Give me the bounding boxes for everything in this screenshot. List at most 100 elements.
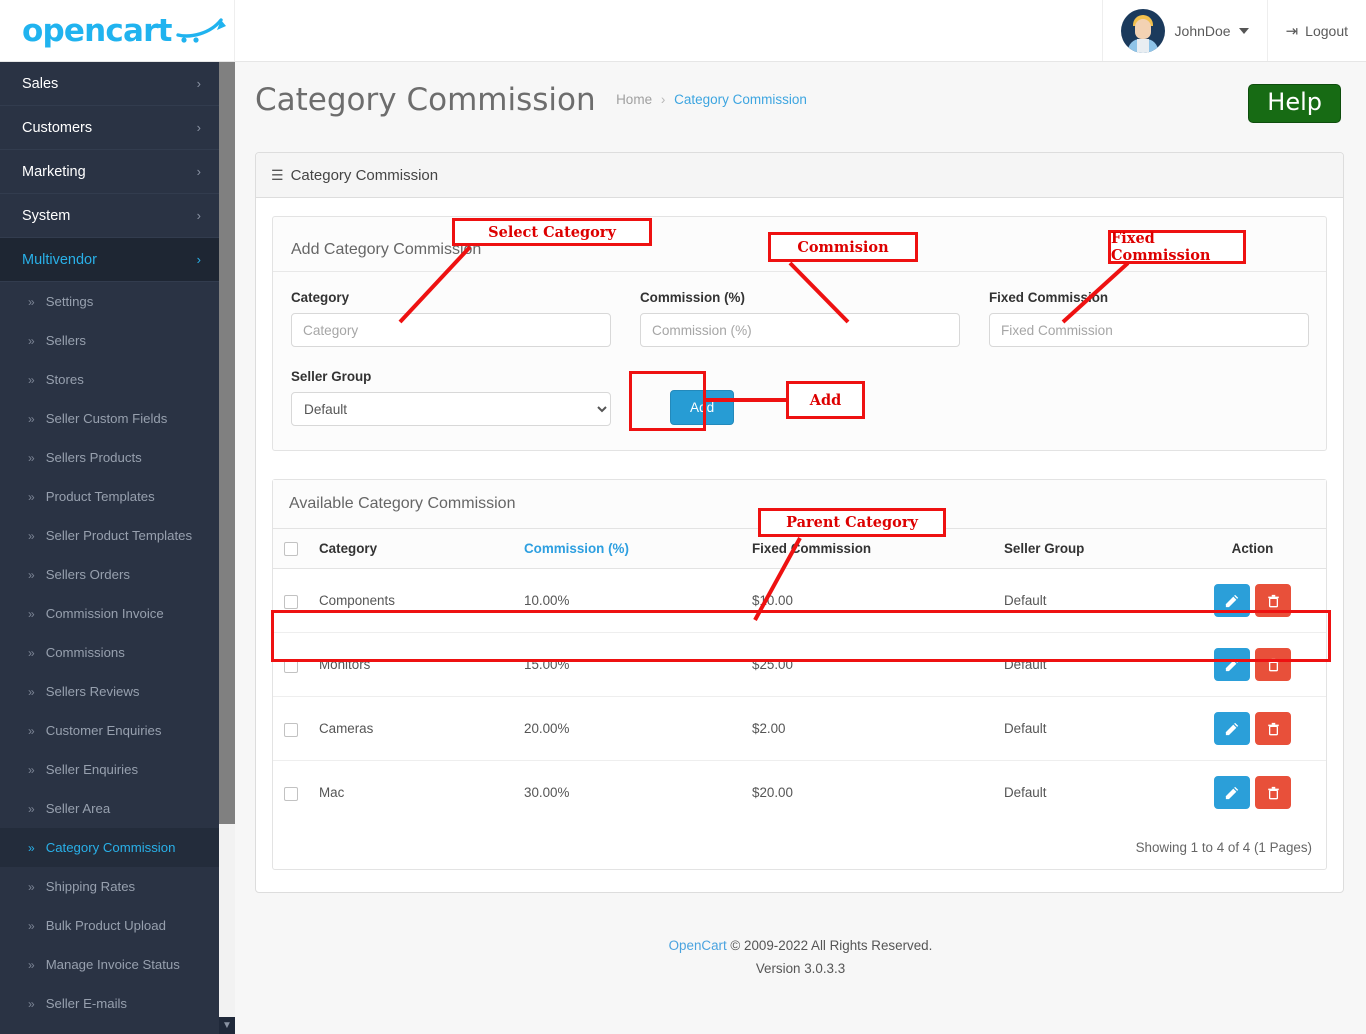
sidebar-item-commission-invoice[interactable]: » Commission Invoice <box>0 594 219 633</box>
column-header-seller-group: Seller Group <box>994 527 1179 570</box>
add-button[interactable]: Add <box>670 390 735 425</box>
sidebar-item-bulk-product-upload[interactable]: » Bulk Product Upload <box>0 906 219 945</box>
breadcrumb-home[interactable]: Home <box>616 92 652 107</box>
cell-action <box>1179 632 1326 698</box>
column-header-fixed-commission: Fixed Commission <box>742 527 994 570</box>
sidebar-item-sellers[interactable]: » Sellers <box>0 321 219 360</box>
help-button[interactable]: Help <box>1248 84 1341 123</box>
sidebar-item-sales[interactable]: Sales › <box>0 62 219 106</box>
row-checkbox[interactable] <box>284 786 298 801</box>
category-input[interactable] <box>291 313 611 347</box>
cell-fixed: $10.00 <box>742 568 994 634</box>
sidebar-item-seller-enquiries[interactable]: » Seller Enquiries <box>0 750 219 789</box>
sidebar-item-label: Sellers Orders <box>45 567 130 582</box>
sidebar-scrollbar-thumb[interactable] <box>219 62 235 824</box>
breadcrumb-current[interactable]: Category Commission <box>674 92 807 107</box>
table-row: Monitors 15.00% $25.00 Default <box>273 632 1326 698</box>
sidebar-item-customer-enquiries[interactable]: » Customer Enquiries <box>0 711 219 750</box>
chevron-right-icon: › <box>196 120 201 135</box>
sidebar-item-sellers-reviews[interactable]: » Sellers Reviews <box>0 672 219 711</box>
select-all-checkbox[interactable] <box>284 542 298 557</box>
column-header-action: Action <box>1179 527 1326 570</box>
category-commission-panel: ☰ Category Commission Add Category Commi… <box>255 152 1344 894</box>
cell-commission: 15.00% <box>514 632 742 698</box>
row-checkbox[interactable] <box>284 658 298 673</box>
panel-body: Add Category Commission Category Commiss… <box>256 198 1343 892</box>
opencart-link[interactable]: OpenCart <box>669 938 727 953</box>
breadcrumb-separator: › <box>660 92 666 107</box>
header-spacer <box>235 0 1102 61</box>
double-angle-right-icon: » <box>28 333 35 348</box>
cell-category: Mac <box>319 785 345 801</box>
sidebar-item-shipping-rates[interactable]: » Shipping Rates <box>0 867 219 906</box>
form-row-2: Seller Group Default Add <box>273 369 1326 426</box>
brand-logo[interactable]: opencart <box>0 0 235 61</box>
cell-action <box>1179 568 1326 634</box>
delete-button[interactable] <box>1255 648 1291 682</box>
double-angle-right-icon: » <box>28 723 35 738</box>
double-angle-right-icon: » <box>28 918 35 933</box>
sidebar-item-label: Sellers Reviews <box>45 684 140 699</box>
double-angle-right-icon: » <box>28 567 35 582</box>
edit-button[interactable] <box>1214 584 1250 618</box>
commission-table: Category Commission (%) Fixed Commission Se… <box>273 527 1326 825</box>
sidebar-item-label: Customers <box>22 119 93 136</box>
delete-button[interactable] <box>1255 712 1291 746</box>
sidebar-item-marketing[interactable]: Marketing › <box>0 150 219 194</box>
sidebar-item-label: Sellers <box>45 333 86 348</box>
logout-button[interactable]: ⇥ Logout <box>1266 0 1366 61</box>
sidebar-multivendor-subnav: » Settings » Sellers » Stores » Seller Custom F… <box>0 282 219 1023</box>
commission-input[interactable] <box>640 313 960 347</box>
seller-group-select[interactable]: Default <box>291 392 611 426</box>
row-checkbox[interactable] <box>284 594 298 609</box>
sidebar-item-seller-area[interactable]: » Seller Area <box>0 789 219 828</box>
row-select-cell <box>273 761 309 825</box>
delete-button[interactable] <box>1255 776 1291 810</box>
sidebar-item-seller-custom-fields[interactable]: » Seller Custom Fields <box>0 399 219 438</box>
sidebar-item-multivendor[interactable]: Multivendor › <box>0 238 219 282</box>
fixed-commission-input[interactable] <box>989 313 1309 347</box>
sidebar-item-category-commission[interactable]: » Category Commission <box>0 828 219 867</box>
sidebar-scrollbar[interactable]: ▼ <box>219 62 235 1034</box>
sidebar-item-manage-invoice-status[interactable]: » Manage Invoice Status <box>0 945 219 984</box>
sidebar-item-label: Sales <box>22 75 59 92</box>
column-header-commission[interactable]: Commission (%) <box>514 527 742 570</box>
double-angle-right-icon: » <box>28 645 35 660</box>
edit-button[interactable] <box>1214 776 1250 810</box>
sidebar-primary-nav: Sales › Customers › Marketing › System › Multive… <box>0 62 219 282</box>
sidebar-item-system[interactable]: System › <box>0 194 219 238</box>
sidebar-item-customers[interactable]: Customers › <box>0 106 219 150</box>
cell-commission: 10.00% <box>514 568 742 634</box>
user-menu[interactable]: JohnDoe <box>1101 0 1267 61</box>
sidebar-item-sellers-orders[interactable]: » Sellers Orders <box>0 555 219 594</box>
scroll-down-icon[interactable]: ▼ <box>219 1017 235 1034</box>
row-checkbox[interactable] <box>284 722 298 737</box>
sidebar-item-seller-e-mails[interactable]: » Seller E-mails <box>0 984 219 1023</box>
sidebar-item-label: Seller Product Templates <box>45 528 193 543</box>
category-label: Category <box>291 290 350 305</box>
cart-swoosh-icon <box>175 16 228 46</box>
panel-header: ☰ Category Commission <box>256 153 1343 198</box>
sidebar-item-sellers-products[interactable]: » Sellers Products <box>0 438 219 477</box>
panel-title: Category Commission <box>290 166 439 184</box>
table-body: Components 10.00% $10.00 Default Monitors 15.… <box>273 568 1326 825</box>
double-angle-right-icon: » <box>28 450 35 465</box>
delete-button[interactable] <box>1255 584 1291 618</box>
sidebar-item-product-templates[interactable]: » Product Templates <box>0 477 219 516</box>
sidebar-item-commissions[interactable]: » Commissions <box>0 633 219 672</box>
sidebar-item-seller-product-templates[interactable]: » Seller Product Templates <box>0 516 219 555</box>
edit-button[interactable] <box>1214 648 1250 682</box>
logout-label: Logout <box>1305 22 1348 39</box>
chevron-right-icon: › <box>196 208 201 223</box>
main-content: Category Commission Home › Category Comm… <box>235 62 1366 1034</box>
table-legend: Available Category Commission <box>273 480 1326 528</box>
fixed-commission-label: Fixed Commission <box>989 290 1109 305</box>
double-angle-right-icon: » <box>28 957 35 972</box>
sidebar-item-stores[interactable]: » Stores <box>0 360 219 399</box>
cell-category: Components <box>309 568 514 634</box>
edit-button[interactable] <box>1214 712 1250 746</box>
sidebar-item-settings[interactable]: » Settings <box>0 282 219 321</box>
double-angle-right-icon: » <box>28 411 35 426</box>
cell-commission: 20.00% <box>514 696 742 762</box>
table-header-row: Category Commission (%) Fixed Commission Se… <box>273 527 1326 570</box>
